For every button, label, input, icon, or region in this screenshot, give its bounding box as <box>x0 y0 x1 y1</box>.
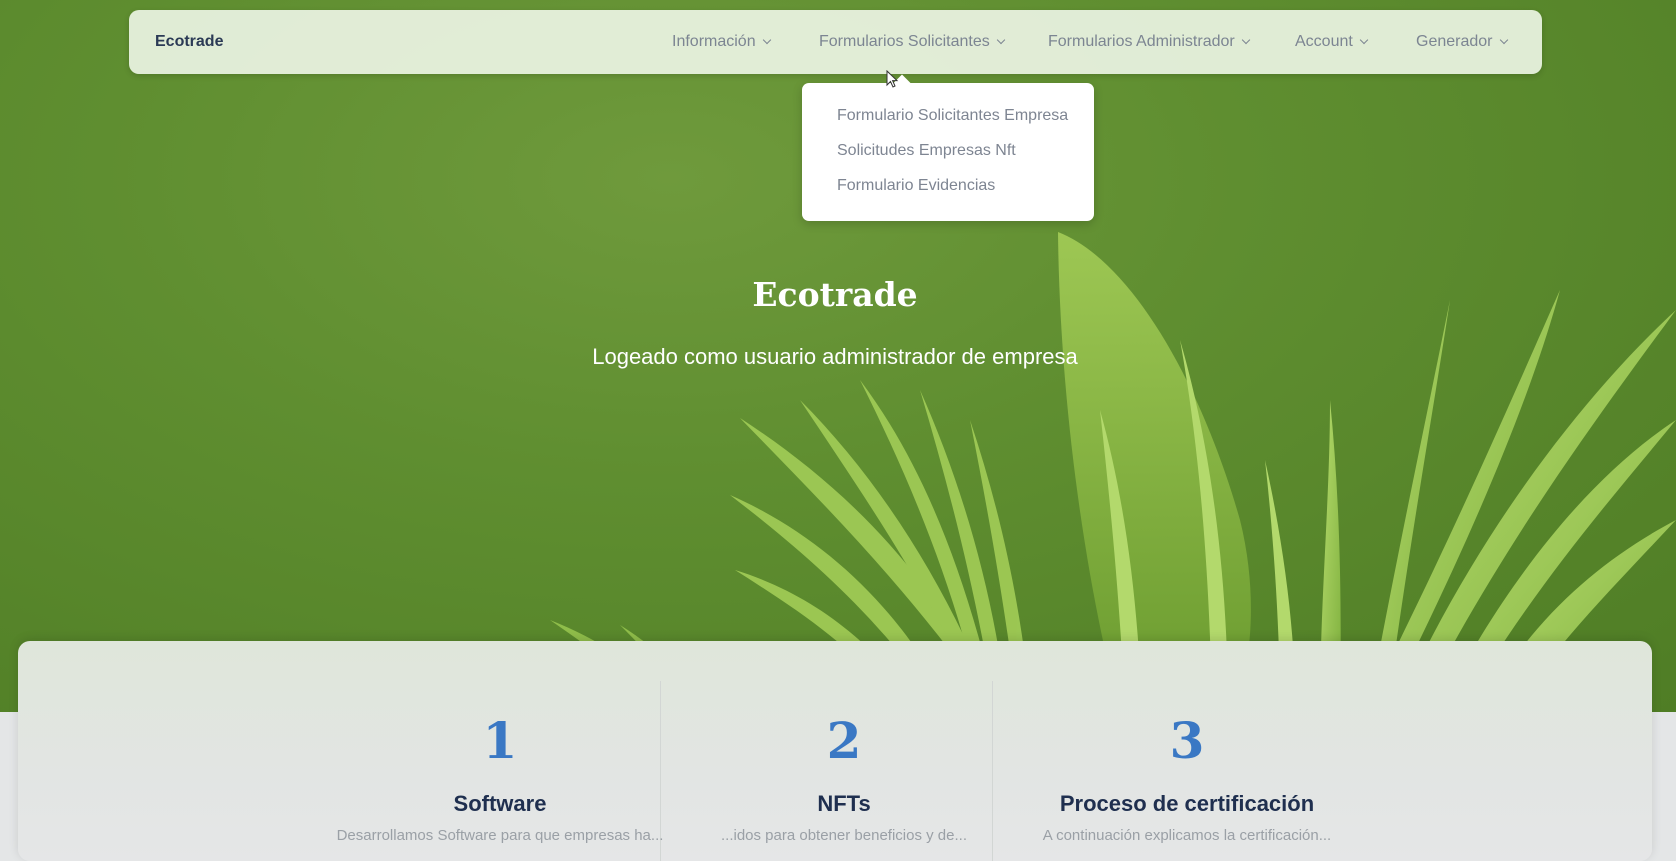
chevron-down-icon <box>1359 35 1369 45</box>
nav-item-informacion[interactable]: Información <box>672 10 771 74</box>
mouse-cursor-icon <box>886 70 899 88</box>
nav-item-label: Formularios Solicitantes <box>819 33 990 50</box>
nav-item-formularios-solicitantes[interactable]: Formularios Solicitantes <box>819 10 1005 74</box>
nav-item-account[interactable]: Account <box>1295 10 1369 74</box>
brand-logo[interactable]: Ecotrade <box>155 10 223 74</box>
chevron-down-icon <box>762 35 771 45</box>
chevron-down-icon <box>996 35 1005 45</box>
dropdown-item-formulario-solicitantes-empresa[interactable]: Formulario Solicitantes Empresa <box>837 107 1068 125</box>
top-navbar: Ecotrade Información Formularios Solicit… <box>129 10 1542 74</box>
feature-number: 3 <box>1169 711 1205 770</box>
chevron-down-icon <box>1241 35 1250 45</box>
dropdown-item-solicitudes-empresas-nft[interactable]: Solicitudes Empresas Nft <box>837 142 1016 160</box>
feature-number: 1 <box>482 711 518 770</box>
formularios-solicitantes-dropdown: Formulario Solicitantes Empresa Solicitu… <box>802 83 1094 221</box>
dropdown-item-formulario-evidencias[interactable]: Formulario Evidencias <box>837 177 995 195</box>
features-card: 1 Software Desarrollamos Software para q… <box>18 641 1652 861</box>
chevron-down-icon <box>1499 35 1508 45</box>
hero-title: Ecotrade <box>752 275 918 314</box>
feature-number: 2 <box>826 711 862 770</box>
nav-item-label: Generador <box>1416 33 1493 50</box>
nav-item-label: Información <box>672 33 756 50</box>
hero-section: Ecotrade Información Formularios Solicit… <box>0 0 1676 712</box>
feature-title: Proceso de certificación <box>1059 791 1315 816</box>
nav-item-generador[interactable]: Generador <box>1416 10 1508 74</box>
nav-item-label: Account <box>1295 33 1353 50</box>
feature-title: Software <box>453 791 547 816</box>
feature-title: NFTs <box>817 791 871 816</box>
hero-subtitle: Logeado como usuario administrador de em… <box>592 344 1078 369</box>
nav-item-label: Formularios Administrador <box>1048 33 1235 50</box>
nav-item-formularios-administrador[interactable]: Formularios Administrador <box>1048 10 1250 74</box>
